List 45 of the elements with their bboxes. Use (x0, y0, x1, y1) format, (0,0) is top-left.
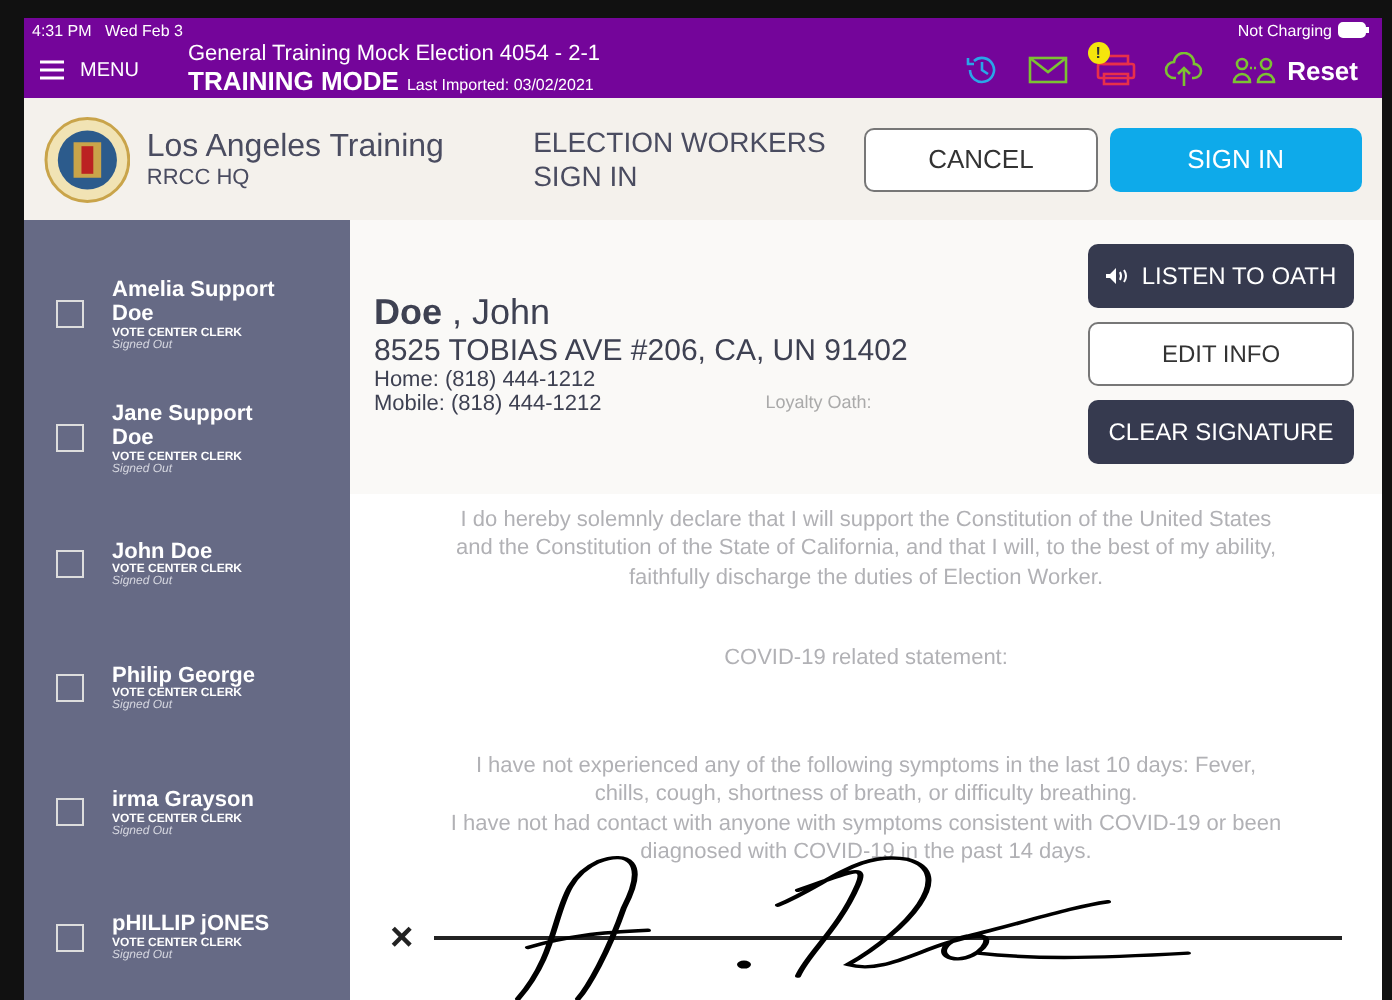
alert-badge: ! (1087, 42, 1110, 64)
worker-name: irma Grayson (112, 788, 256, 813)
reset-button[interactable]: Reset (1275, 55, 1366, 85)
checkbox[interactable] (56, 549, 84, 578)
checkbox[interactable] (56, 798, 84, 827)
menu-button[interactable]: MENU (40, 59, 188, 81)
checkbox[interactable] (56, 923, 84, 952)
menu-icon (40, 60, 64, 80)
battery-icon (1338, 22, 1370, 38)
county-seal-logo (44, 115, 131, 203)
loyalty-oath-label: Loyalty Oath: (765, 392, 872, 416)
checkbox[interactable] (56, 674, 84, 703)
cancel-button[interactable]: CANCEL (864, 127, 1098, 191)
cloud-upload-icon[interactable] (1163, 52, 1204, 88)
worker-name: Philip George (112, 663, 258, 688)
speaker-icon (1105, 268, 1130, 284)
checkbox[interactable] (56, 424, 84, 453)
mail-icon[interactable] (1027, 56, 1068, 84)
worker-name: pHILLIP jONES (112, 912, 272, 937)
oath-declaration: I do hereby solemnly declare that I will support the Constitution of the United States and the Constitution of the State of California, and that I will, to the best of my ability, faithfully discharge the duties of Election Worker. (453, 506, 1279, 592)
checkbox[interactable] (56, 300, 84, 329)
covid-statement: I have not had contact with anyone with symptoms consistent with COVID-19 or been diagnosed with COVID-19 in the past 14 days. (450, 809, 1282, 867)
users-icon[interactable] (1231, 56, 1276, 84)
site-name: RRCC HQ (146, 165, 252, 189)
covid-heading: COVID-19 related statement: (722, 643, 1010, 673)
status-time: 4:31 PM Wed Feb 3 (32, 21, 183, 39)
worker-full-name: Doe , John (374, 292, 553, 334)
election-title: General Training Mock Election 4054 - 2-1 (188, 44, 603, 68)
history-icon[interactable] (963, 52, 1000, 88)
training-mode-label: TRAINING MODE Last Imported: 03/02/2021 (188, 67, 596, 96)
worker-name: John Doe (112, 539, 215, 563)
worker-name: Amelia Support Doe (112, 277, 277, 327)
charging-status: Not Charging (1237, 21, 1332, 39)
worker-address: 8525 TOBIAS AVE #206, CA, UN 91402 (374, 334, 910, 368)
page-heading: ELECTION WORKERS SIGN IN (533, 125, 828, 193)
home-phone: Home: (818) 444-1212 (374, 368, 598, 392)
listen-to-oath-button[interactable]: LISTEN TO OATH (1088, 244, 1354, 308)
organization-name: Los Angeles Training (146, 129, 446, 165)
worker-name: Jane Support Doe (112, 401, 255, 451)
sign-here-mark: × (390, 914, 414, 964)
mobile-phone: Mobile: (818) 444-1212 (374, 392, 602, 416)
edit-info-button[interactable]: EDIT INFO (1088, 322, 1354, 386)
printer-icon[interactable] (1095, 54, 1136, 86)
covid-statement: I have not experienced any of the following symptoms in the last 10 days: Fever, chills, cough, shortness of breath, or difficulty breathing. (473, 752, 1259, 810)
clear-signature-button[interactable]: CLEAR SIGNATURE (1088, 400, 1354, 464)
